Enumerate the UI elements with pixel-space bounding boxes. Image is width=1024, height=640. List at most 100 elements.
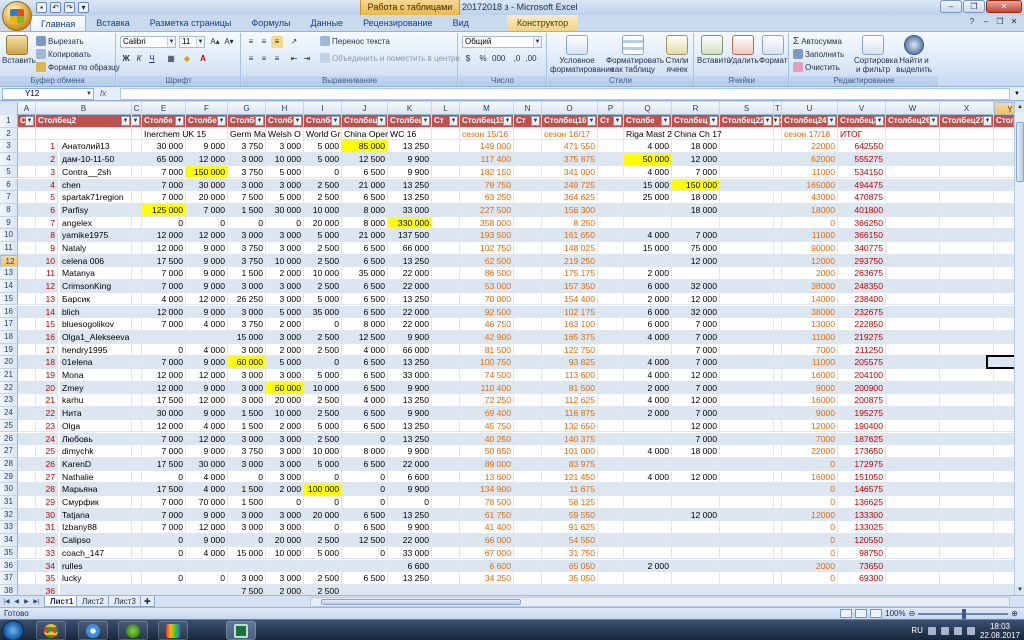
number-format-select[interactable]: Общий ▼ [462,36,542,48]
cell-i[interactable]: 2 500 [304,330,342,344]
cell-q[interactable]: 4 000 [624,445,672,458]
cell-u[interactable]: 7000 [782,343,838,357]
cell-i[interactable]: 20 000 [304,216,342,230]
cell-o[interactable]: 101 000 [542,445,598,458]
cell-u[interactable]: 0 [782,534,838,547]
paste-button[interactable]: Вставить [2,35,36,65]
cell-player-name[interactable]: Tatjana [60,508,132,522]
cell-r[interactable]: 7 000 [672,165,720,179]
cell-u[interactable]: 11000 [782,356,838,369]
cell-r[interactable] [672,496,720,509]
cell-m[interactable]: 45 750 [460,419,514,433]
cell-f[interactable]: 150 000 [186,165,228,179]
selected-cell-y12[interactable] [986,355,1014,369]
cell-y[interactable] [994,229,1014,242]
cell-a[interactable] [18,483,36,496]
row-header[interactable]: 14 [0,280,18,293]
close-workbook-icon[interactable]: ✕ [1008,16,1020,28]
cell-g[interactable]: 0 [228,216,266,230]
cell-o[interactable]: 157 350 [542,280,598,293]
cell-g[interactable]: 1 500 [228,407,266,420]
cell-i[interactable]: 0 [304,356,342,369]
cell-player-name[interactable]: hendry1995 [60,343,132,357]
row-header[interactable]: 33 [0,521,18,535]
cell-rank[interactable]: 36 [36,584,58,595]
cell-l[interactable] [432,496,460,509]
cell-w[interactable] [886,203,940,217]
align-top-icon[interactable]: ≡ [245,36,257,48]
cell-f[interactable]: 4 000 [186,318,228,331]
cell-i[interactable]: 2 500 [304,584,342,595]
cell-h[interactable]: 30 000 [266,203,304,217]
cell-n[interactable] [514,394,542,408]
cell-p[interactable] [598,127,624,141]
cell-k[interactable]: 13 250 [388,140,432,154]
cell-f[interactable]: 9 000 [186,267,228,281]
cell-e[interactable]: 7 000 [142,191,186,204]
cell-g[interactable]: Germ Ma [228,127,266,141]
cell-u[interactable]: 0 [782,483,838,496]
cell-j[interactable]: 6 500 [342,292,388,306]
align-middle-icon[interactable]: ≡ [258,36,270,48]
cell-w[interactable] [886,457,940,471]
cell-h[interactable]: 10 000 [266,254,304,268]
cell-n[interactable] [514,559,542,573]
cell-e[interactable]: 7 000 [142,280,186,293]
cell-y[interactable] [994,254,1014,268]
cell-j[interactable]: 6 500 [342,381,388,395]
cell-r[interactable] [672,572,720,585]
cell-g[interactable]: 3 000 [228,343,266,357]
cell-n[interactable] [514,153,542,166]
format-as-table-button[interactable]: Форматировать как таблицу [606,35,664,74]
cell-j[interactable]: 12 500 [342,153,388,166]
row-header[interactable]: 23 [0,394,18,408]
cell-i[interactable]: 0 [304,496,342,509]
cell-n[interactable] [514,216,542,230]
cell-m[interactable]: 227 500 [460,203,514,217]
cell-rank[interactable]: 15 [36,318,58,331]
cell-l[interactable] [432,356,460,369]
cell-u[interactable]: Столбец24 ▼ [782,115,838,128]
cell-i[interactable]: 2 500 [304,394,342,408]
cell-q[interactable]: 4 000 [624,394,672,408]
cell-h[interactable]: 2 000 [266,343,304,357]
cell-j[interactable]: 0 [342,483,388,496]
cell-q[interactable] [624,419,672,433]
cell-o[interactable]: 112 625 [542,394,598,408]
cell-p[interactable] [598,318,624,331]
cell-rank[interactable]: 29 [36,496,58,509]
cell-k[interactable]: 33 000 [388,546,432,560]
cell-player-name[interactable]: angelex [60,216,132,230]
cell-o[interactable]: 58 125 [542,496,598,509]
cell-x[interactable] [940,559,994,573]
cell-s[interactable] [720,559,774,573]
cell-player-name[interactable]: Calipso [60,534,132,547]
cell-n[interactable]: Ст ▼ [514,115,542,128]
cell-f[interactable] [186,330,228,344]
cell-i[interactable]: 2 500 [304,191,342,204]
cell-l[interactable] [432,432,460,446]
cell-k[interactable]: 13 250 [388,432,432,446]
cell-p[interactable] [598,521,624,535]
cell-n[interactable] [514,280,542,293]
cell-i[interactable]: 2 500 [304,280,342,293]
cell-r[interactable]: 12 000 [672,508,720,522]
cell-s[interactable] [720,369,774,382]
zoom-slider-knob[interactable] [962,608,967,619]
cell-y[interactable] [994,432,1014,446]
filter-dropdown-icon[interactable]: ▼ [613,116,622,126]
cell-rank[interactable]: 3 [36,165,58,179]
cell-m[interactable]: 117 400 [460,153,514,166]
cell-x[interactable] [940,419,994,433]
cell-k[interactable]: 13 250 [388,508,432,522]
cell-e[interactable]: 0 [142,216,186,230]
cell-player-name[interactable]: rulles [60,559,132,573]
cell-i[interactable]: 100 000 [304,483,342,496]
cell-e[interactable]: 12 000 [142,419,186,433]
cell-e[interactable]: Inerchem UK 15 [142,127,206,141]
cell-g[interactable]: 15 000 [228,546,266,560]
cell-e[interactable] [142,559,186,573]
cell-n[interactable] [514,445,542,458]
cell-k[interactable]: Столбец ▼ [388,115,432,128]
cell-c[interactable] [132,165,142,179]
